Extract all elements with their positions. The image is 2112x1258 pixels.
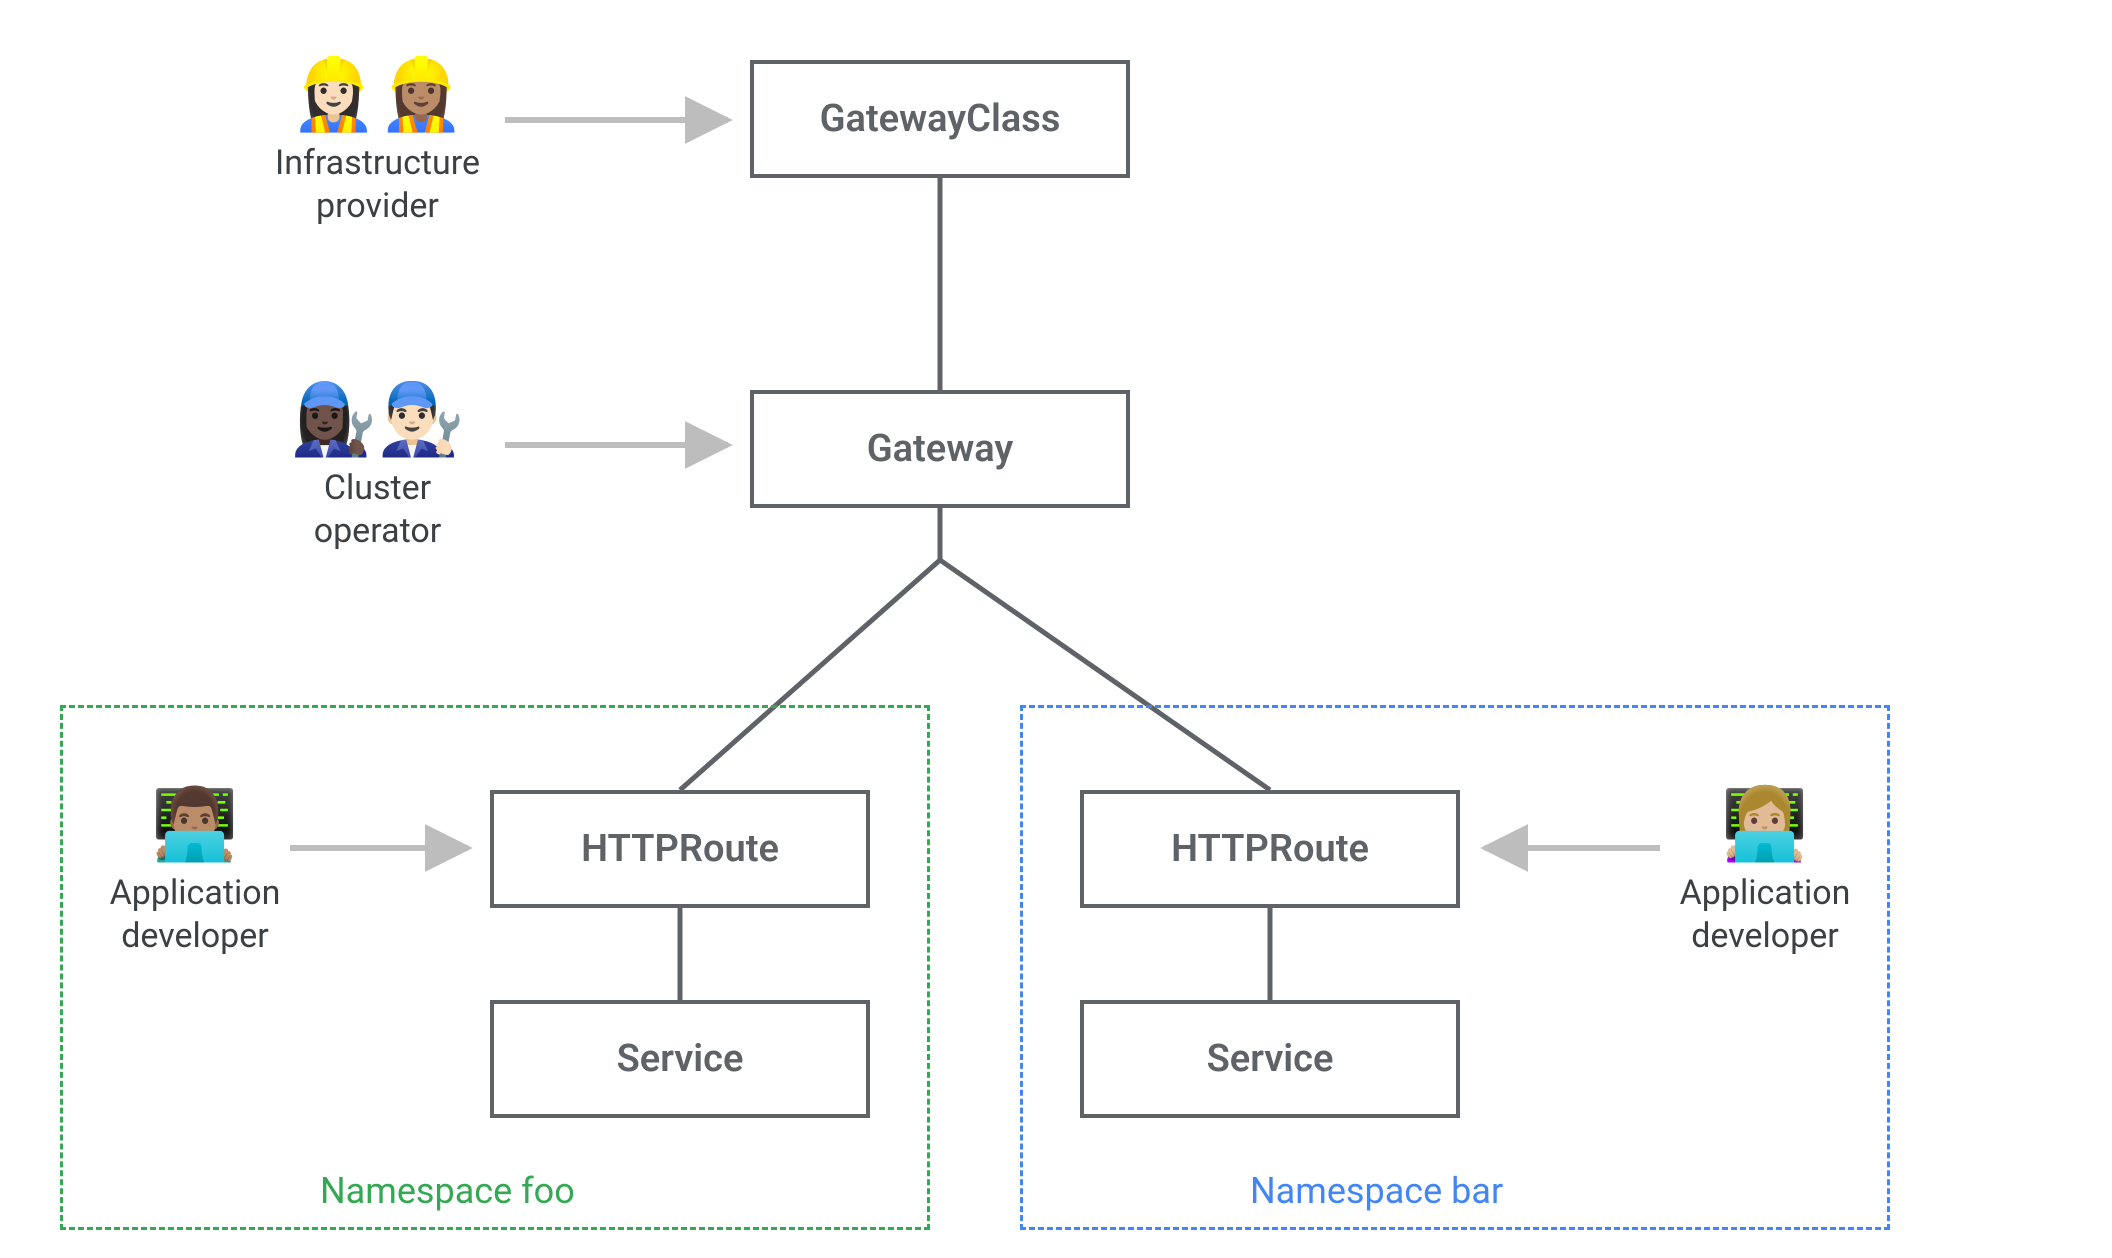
node-gateway-label: Gateway: [867, 427, 1014, 471]
technologist-icon: 👨🏽‍💻: [100, 790, 290, 860]
node-gateway: Gateway: [750, 390, 1130, 508]
namespace-foo-label: Namespace foo: [320, 1170, 575, 1212]
persona-appdev-left-label-2: developer: [121, 916, 269, 956]
node-httproute-bar-label: HTTPRoute: [1171, 827, 1369, 871]
persona-infrastructure-provider: 👷🏻‍♀️👷🏽‍♀️ Infrastructure provider: [265, 60, 490, 227]
node-httproute-foo-label: HTTPRoute: [581, 827, 779, 871]
construction-worker-icon: 👷🏻‍♀️👷🏽‍♀️: [265, 60, 490, 130]
namespace-bar-label: Namespace bar: [1250, 1170, 1503, 1212]
persona-appdev-right-label-1: Application: [1680, 873, 1851, 913]
node-httproute-bar: HTTPRoute: [1080, 790, 1460, 908]
node-service-foo: Service: [490, 1000, 870, 1118]
persona-appdev-right: 👩🏼‍💻 Application developer: [1670, 790, 1860, 957]
technologist-icon: 👩🏼‍💻: [1670, 790, 1860, 860]
persona-appdev-left: 👨🏽‍💻 Application developer: [100, 790, 290, 957]
mechanic-icon: 👩🏿‍🔧👨🏻‍🔧: [265, 385, 490, 455]
persona-infra-label-1: Infrastructure: [275, 143, 480, 183]
persona-infra-label-2: provider: [316, 186, 439, 226]
node-service-bar: Service: [1080, 1000, 1460, 1118]
node-service-bar-label: Service: [1207, 1037, 1334, 1081]
node-gatewayclass: GatewayClass: [750, 60, 1130, 178]
persona-cluster-label-1: Cluster: [324, 468, 431, 508]
node-httproute-foo: HTTPRoute: [490, 790, 870, 908]
persona-appdev-right-label-2: developer: [1691, 916, 1839, 956]
persona-cluster-operator: 👩🏿‍🔧👨🏻‍🔧 Cluster operator: [265, 385, 490, 552]
persona-appdev-left-label-1: Application: [110, 873, 281, 913]
persona-cluster-label-2: operator: [314, 511, 442, 551]
node-gatewayclass-label: GatewayClass: [820, 97, 1061, 141]
diagram-canvas: Namespace foo Namespace bar GatewayClass…: [0, 0, 2112, 1258]
node-service-foo-label: Service: [617, 1037, 744, 1081]
